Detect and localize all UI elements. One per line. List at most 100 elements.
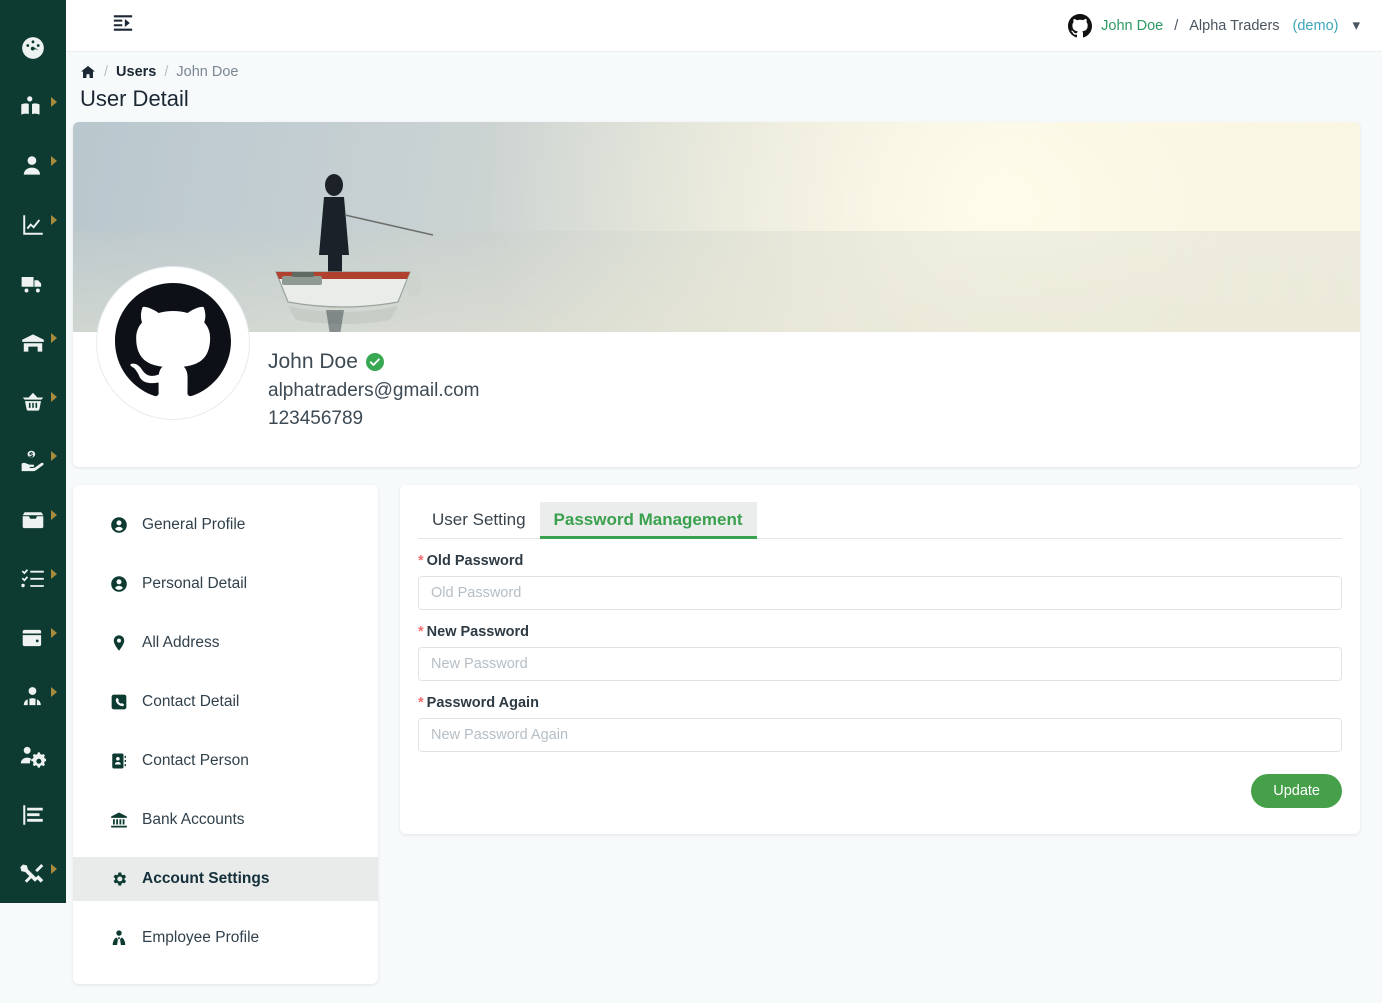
chevron-right-icon <box>51 863 57 874</box>
fisherman-boat-illustration <box>275 174 434 332</box>
chevron-right-icon <box>51 627 57 638</box>
field-old-password: * Old Password <box>418 553 1342 610</box>
field-label-new-password: * New Password <box>418 624 1342 640</box>
account-environment-badge: (demo) <box>1292 17 1339 34</box>
rail-item-tasks[interactable] <box>0 549 66 608</box>
rail-item-reports[interactable] <box>0 785 66 844</box>
profile-email: alphatraders@gmail.com <box>268 380 480 401</box>
chevron-right-icon <box>51 686 57 697</box>
chevron-right-icon <box>51 214 57 225</box>
sidebar-item-employee-profile[interactable]: Employee Profile <box>73 916 378 960</box>
required-asterisk: * <box>418 695 424 711</box>
warehouse-icon <box>20 330 46 356</box>
bank-icon <box>109 811 129 829</box>
employee-tie-icon <box>109 929 129 947</box>
password-again-input[interactable] <box>418 718 1342 752</box>
rail-item-finance[interactable] <box>0 431 66 490</box>
sidebar-item-personal-detail[interactable]: Personal Detail <box>73 562 378 606</box>
chevron-right-icon <box>51 96 57 107</box>
rail-item-analytics[interactable] <box>0 195 66 254</box>
sidebar-item-account-settings[interactable]: Account Settings <box>73 857 378 901</box>
field-label-old-password: * Old Password <box>418 553 1342 569</box>
tab-user-setting[interactable]: User Setting <box>418 502 540 539</box>
sidebar-item-label: Account Settings <box>142 870 270 887</box>
chart-line-icon <box>20 212 46 238</box>
label-text: Password Again <box>426 695 539 711</box>
profile-avatar <box>97 267 249 419</box>
rail-item-tools[interactable] <box>0 844 66 903</box>
sidebar-item-label: General Profile <box>142 516 246 533</box>
sidebar-item-label: Bank Accounts <box>142 811 245 828</box>
hand-dollar-icon <box>20 448 46 474</box>
basket-icon <box>20 389 46 415</box>
map-pin-icon <box>109 634 129 652</box>
page-title: User Detail <box>80 86 189 111</box>
breadcrumb-separator-1: / <box>104 64 109 80</box>
profile-phone: 123456789 <box>268 408 364 429</box>
form-actions: Update <box>418 774 1342 808</box>
panel-tabs: User Setting Password Management <box>418 501 1342 539</box>
sidebar-item-all-address[interactable]: All Address <box>73 621 378 665</box>
user-icon <box>20 153 46 179</box>
rail-item-dashboard[interactable] <box>0 18 66 77</box>
github-avatar-icon <box>115 282 231 404</box>
required-asterisk: * <box>418 553 424 569</box>
lower-section: General Profile Personal Detail All Addr… <box>66 467 1382 984</box>
sidebar-item-contact-detail[interactable]: Contact Detail <box>73 680 378 724</box>
gauge-icon <box>20 35 46 61</box>
rail-item-catalog[interactable] <box>0 77 66 136</box>
tab-password-management[interactable]: Password Management <box>539 502 757 539</box>
chevron-right-icon <box>51 509 57 520</box>
indent-collapse-icon <box>112 12 134 39</box>
account-switcher[interactable]: John Doe / Alpha Traders (demo) ▾ <box>1068 13 1360 38</box>
users-icon <box>20 684 46 710</box>
chevron-down-icon[interactable]: ▾ <box>1352 18 1360 33</box>
chevron-right-icon <box>51 332 57 343</box>
account-separator: / <box>1174 17 1179 34</box>
github-icon <box>1068 13 1093 38</box>
user-circle-icon <box>109 575 129 593</box>
archive-box-icon <box>20 507 46 533</box>
rail-item-inbox[interactable] <box>0 490 66 549</box>
chevron-right-icon <box>51 450 57 461</box>
users-cog-icon <box>20 743 46 769</box>
rail-item-customers[interactable] <box>0 136 66 195</box>
rail-item-shipping[interactable] <box>0 254 66 313</box>
label-text: Old Password <box>426 553 524 569</box>
verified-check-icon <box>365 353 384 371</box>
home-icon[interactable] <box>80 64 96 80</box>
sidebar-item-general-profile[interactable]: General Profile <box>73 503 378 547</box>
profile-card: John Doe alphatraders@gmail.com 12345678… <box>73 122 1360 467</box>
rail-item-warehouse[interactable] <box>0 313 66 372</box>
chevron-right-icon <box>51 155 57 166</box>
chevron-right-icon <box>51 391 57 402</box>
top-bar: John Doe / Alpha Traders (demo) ▾ <box>66 0 1382 52</box>
sidebar-item-contact-person[interactable]: Contact Person <box>73 739 378 783</box>
book-reader-icon <box>20 94 46 120</box>
old-password-input[interactable] <box>418 576 1342 610</box>
primary-icon-rail <box>0 0 66 903</box>
sidebar-toggle-button[interactable] <box>108 11 138 41</box>
field-password-again: * Password Again <box>418 695 1342 752</box>
tools-icon <box>20 861 46 887</box>
sidebar-item-label: Contact Person <box>142 752 249 769</box>
breadcrumb: / Users / John Doe <box>66 52 1382 80</box>
required-asterisk: * <box>418 624 424 640</box>
sidebar-item-label: Contact Detail <box>142 693 240 710</box>
profile-banner-image <box>73 122 1360 332</box>
sidebar-item-label: Personal Detail <box>142 575 248 592</box>
new-password-input[interactable] <box>418 647 1342 681</box>
sidebar-item-bank-accounts[interactable]: Bank Accounts <box>73 798 378 842</box>
chart-bar-icon <box>20 802 46 828</box>
update-button[interactable]: Update <box>1251 774 1342 808</box>
rail-item-users[interactable] <box>0 667 66 726</box>
field-label-password-again: * Password Again <box>418 695 1342 711</box>
breadcrumb-item-current: John Doe <box>176 64 239 80</box>
phone-square-icon <box>109 693 129 711</box>
rail-item-payments[interactable] <box>0 608 66 667</box>
profile-name-row: John Doe <box>268 350 480 374</box>
rail-item-purchasing[interactable] <box>0 372 66 431</box>
rail-item-user-management[interactable] <box>0 726 66 785</box>
wallet-icon <box>20 625 46 651</box>
breadcrumb-item-users[interactable]: Users <box>116 64 156 80</box>
